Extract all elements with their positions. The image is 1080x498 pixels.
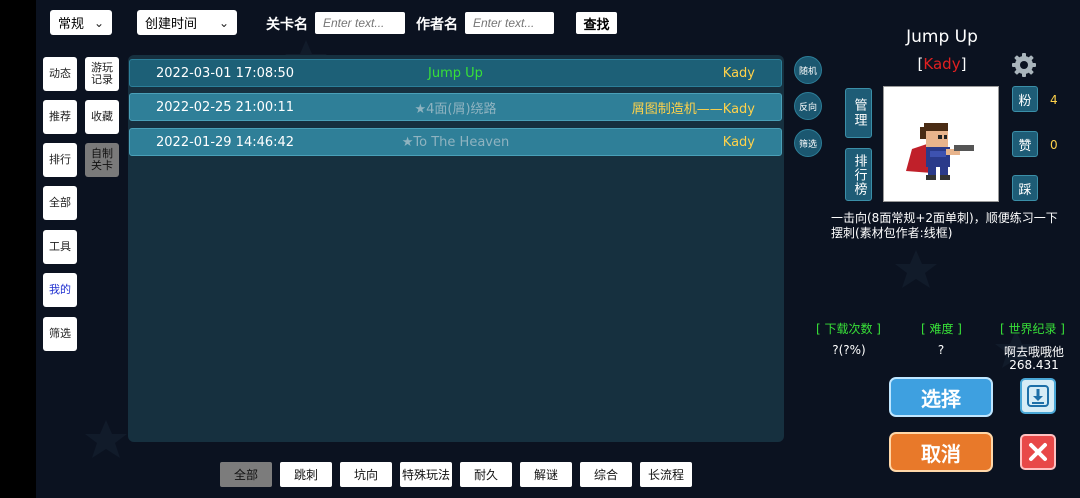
- filter-tag-spike[interactable]: 跳刺: [280, 462, 332, 487]
- level-name-input[interactable]: [315, 12, 405, 34]
- download-icon: [1027, 385, 1049, 407]
- search-button[interactable]: 查找: [576, 12, 617, 34]
- dislike-button[interactable]: 踩: [1012, 175, 1038, 201]
- author-name-input[interactable]: [465, 12, 554, 34]
- cancel-button[interactable]: 取消: [889, 432, 993, 472]
- detail-level-title: Jump Up: [906, 27, 978, 47]
- sort-mode-select[interactable]: 常规 ⌄: [50, 10, 112, 35]
- manage-button-label: 管理: [851, 98, 867, 128]
- difficulty-label: [ 难度 ]: [921, 322, 962, 336]
- nav-activity[interactable]: 动态: [43, 57, 77, 91]
- like-count: 0: [1050, 138, 1058, 152]
- reverse-button[interactable]: 反向: [794, 92, 822, 120]
- nav-tools[interactable]: 工具: [43, 230, 77, 264]
- chevron-down-icon: ⌄: [93, 15, 104, 30]
- level-row[interactable]: 2022-02-25 21:00:11 ★4面(屑)绕路 屑图制造机——Kady: [129, 93, 782, 121]
- leaderboard-button-label: 排行榜: [851, 153, 867, 196]
- filter-tag-mixed[interactable]: 综合: [580, 462, 632, 487]
- chevron-down-icon: ⌄: [218, 15, 229, 30]
- level-row[interactable]: 2022-03-01 17:08:50 Jump Up Kady: [129, 59, 782, 87]
- level-description: 一击向(8面常规+2面单刺)，顺便练习一下摆刺(素材包作者:线框): [831, 211, 1058, 240]
- author-name: Kady: [923, 55, 961, 73]
- gear-icon[interactable]: [1011, 52, 1037, 78]
- nav-all[interactable]: 全部: [43, 186, 77, 220]
- difficulty-value: ?: [937, 343, 945, 357]
- downloads-label: [ 下载次数 ]: [816, 322, 881, 336]
- sort-mode-value: 常规: [58, 17, 85, 32]
- manage-button[interactable]: 管理: [845, 88, 872, 138]
- filter-tag-all[interactable]: 全部: [220, 462, 272, 487]
- world-record-time: 268.431: [1009, 358, 1059, 372]
- like-button[interactable]: 赞: [1012, 131, 1038, 157]
- level-thumbnail: [883, 86, 999, 202]
- fans-button[interactable]: 粉: [1012, 86, 1038, 112]
- select-button[interactable]: 选择: [889, 377, 993, 417]
- filter-tag-special[interactable]: 特殊玩法: [400, 462, 452, 487]
- level-row[interactable]: 2022-01-29 14:46:42 ★To The Heaven Kady: [129, 128, 782, 156]
- sort-field-value: 创建时间: [145, 17, 198, 32]
- leaderboard-button[interactable]: 排行榜: [845, 148, 872, 201]
- filter-tag-trap[interactable]: 坑向: [340, 462, 392, 487]
- level-date: 2022-03-01 17:08:50: [156, 65, 295, 81]
- nav-custom-levels[interactable]: 自制关卡: [85, 143, 119, 177]
- detail-author[interactable]: [Kady]: [880, 55, 1004, 73]
- level-author: 屑图制造机——Kady: [631, 101, 755, 117]
- nav-ranking[interactable]: 排行: [43, 143, 77, 177]
- level-date: 2022-02-25 21:00:11: [156, 99, 295, 115]
- filter-tag-long[interactable]: 长流程: [640, 462, 692, 487]
- level-name-label: 关卡名: [266, 17, 308, 33]
- nav-mine[interactable]: 我的: [43, 273, 77, 307]
- author-bracket-close: ]: [960, 55, 967, 73]
- fans-count: 4: [1050, 93, 1058, 107]
- character-sprite: [906, 123, 974, 180]
- world-record-label: [ 世界纪录 ]: [1000, 322, 1065, 336]
- level-author: Kady: [722, 65, 755, 81]
- level-author: Kady: [722, 134, 755, 150]
- nav-favorites[interactable]: 收藏: [85, 100, 119, 134]
- random-button[interactable]: 随机: [794, 56, 822, 84]
- nav-play-history[interactable]: 游玩记录: [85, 57, 119, 91]
- close-button[interactable]: [1020, 434, 1056, 470]
- author-name-label: 作者名: [416, 17, 458, 33]
- filter-tag-endurance[interactable]: 耐久: [460, 462, 512, 487]
- download-button[interactable]: [1020, 378, 1056, 414]
- filter-tag-puzzle[interactable]: 解谜: [520, 462, 572, 487]
- level-date: 2022-01-29 14:46:42: [156, 134, 295, 150]
- close-icon: [1029, 443, 1047, 461]
- nav-filter[interactable]: 筛选: [43, 317, 77, 351]
- filter-round-button[interactable]: 筛选: [794, 129, 822, 157]
- sort-field-select[interactable]: 创建时间 ⌄: [137, 10, 237, 35]
- nav-recommended[interactable]: 推荐: [43, 100, 77, 134]
- downloads-value: ?(?%): [832, 343, 866, 357]
